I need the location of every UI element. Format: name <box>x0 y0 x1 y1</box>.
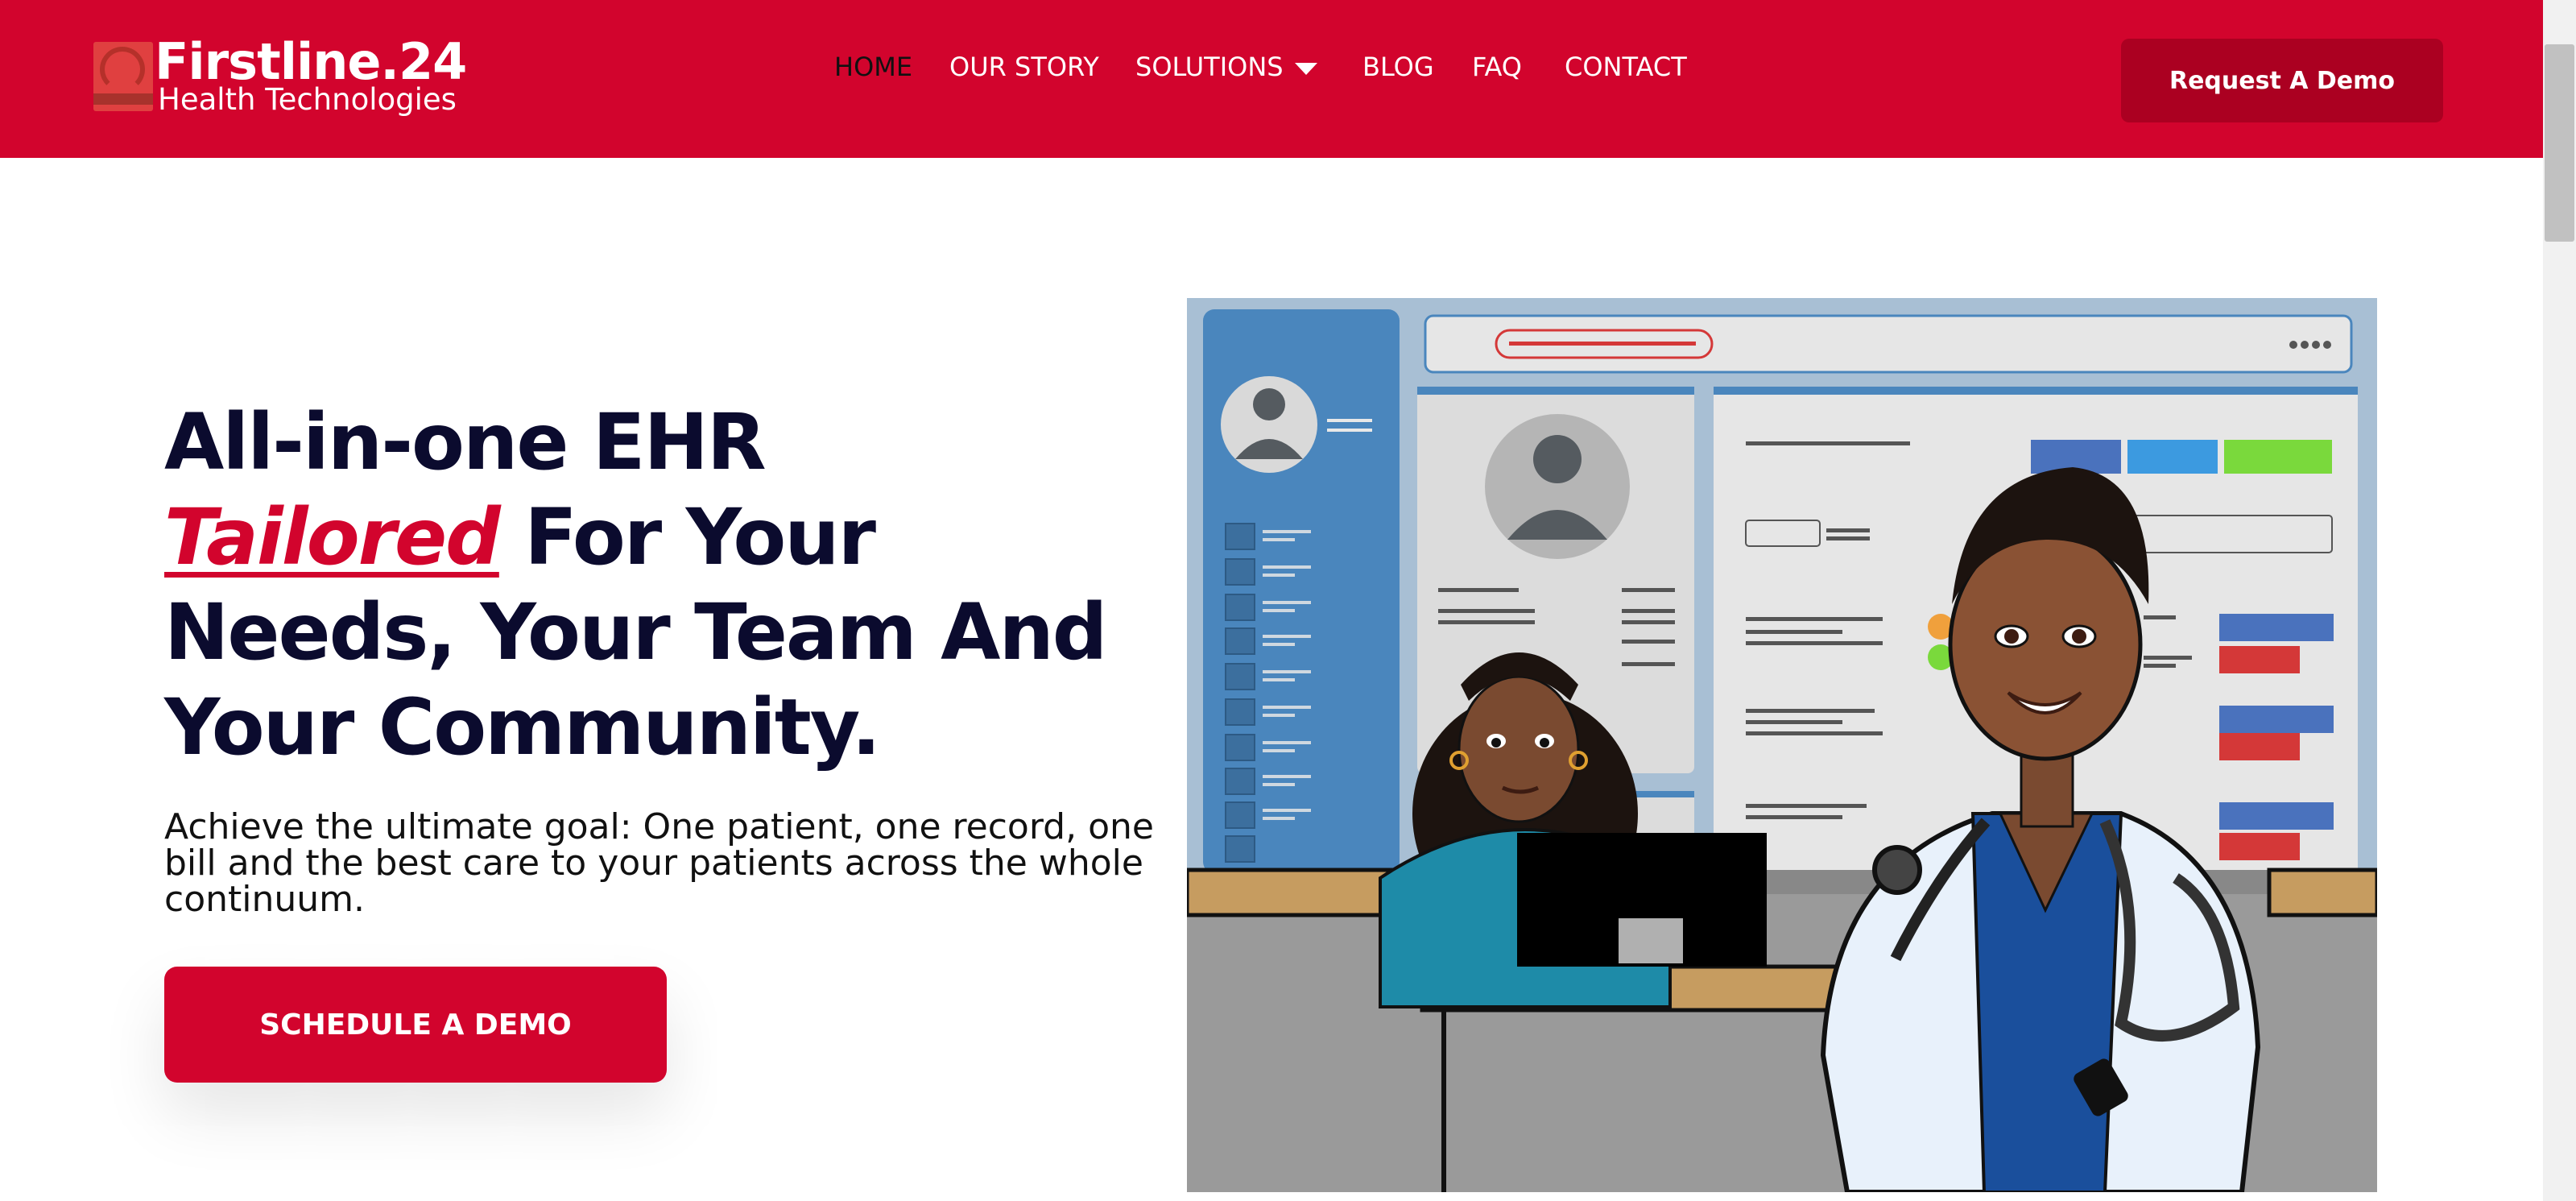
nav-faq[interactable]: FAQ <box>1472 52 1522 82</box>
hero-subtext: Achieve the ultimate goal: One patient, … <box>164 806 1154 920</box>
brand-subtitle: Health Technologies <box>158 82 457 117</box>
headline-line-1: All-in-one EHR <box>164 397 767 487</box>
hero-headline: All-in-one EHR Tailored For Your Needs, … <box>164 395 1179 775</box>
hero-illustration <box>1187 298 2377 1192</box>
nav-solutions-label: SOLUTIONS <box>1135 52 1284 82</box>
nav-our-story[interactable]: OUR STORY <box>949 52 1099 82</box>
headline-line-2-rest: For Your <box>498 492 876 582</box>
headline-line-3: Needs, Your Team And <box>164 587 1108 677</box>
nav-blog[interactable]: BLOG <box>1362 52 1434 82</box>
schedule-demo-button[interactable]: SCHEDULE A DEMO <box>164 967 667 1083</box>
headline-line-4: Your Community. <box>164 682 881 772</box>
request-demo-button[interactable]: Request A Demo <box>2121 39 2443 122</box>
stethoscope-logo-icon <box>93 42 153 111</box>
scrollbar-thumb[interactable] <box>2545 44 2574 242</box>
nav-contact[interactable]: CONTACT <box>1565 52 1687 82</box>
chevron-down-icon <box>1294 62 1317 75</box>
brand-logo[interactable]: Firstline.24 Health Technologies <box>93 32 480 118</box>
nav-home[interactable]: HOME <box>834 52 912 82</box>
site-header: Firstline.24 Health Technologies HOME OU… <box>0 0 2543 158</box>
headline-accent: Tailored <box>164 492 501 582</box>
nav-solutions[interactable]: SOLUTIONS <box>1135 52 1317 82</box>
